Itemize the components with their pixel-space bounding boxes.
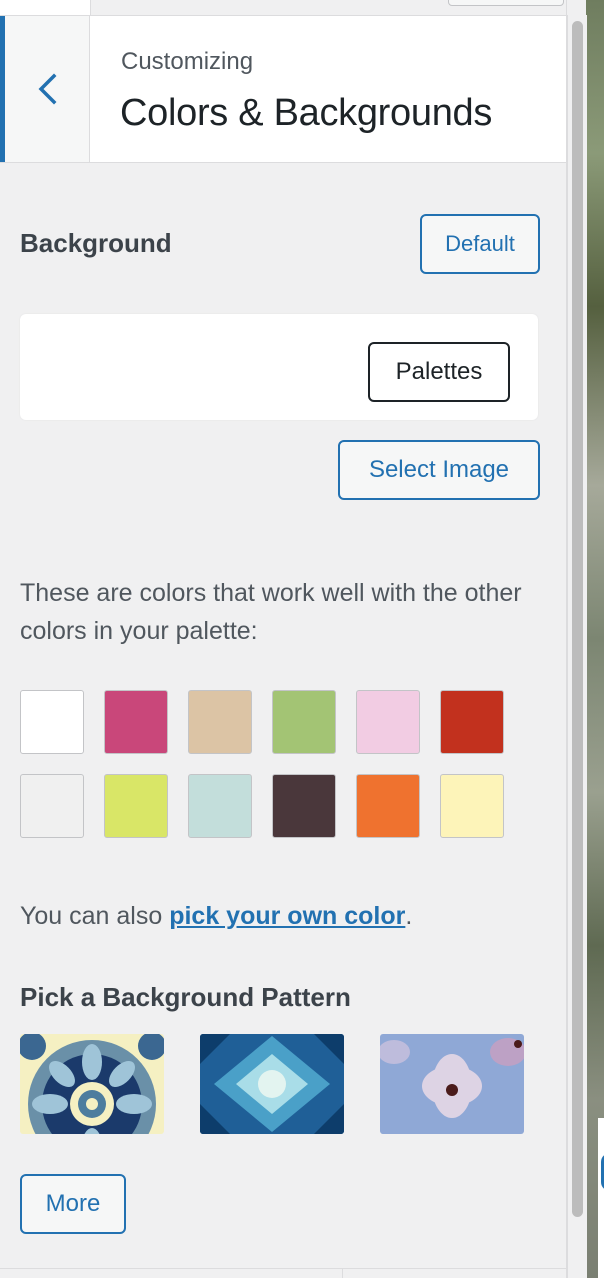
flower-pattern-thumbnail[interactable] <box>380 1034 524 1134</box>
color-swatch[interactable] <box>104 774 168 838</box>
preview-content-block <box>598 1118 604 1278</box>
scrollbar-thumb[interactable] <box>572 21 583 1217</box>
color-swatch[interactable] <box>356 690 420 754</box>
custom-color-prefix: You can also <box>20 902 170 930</box>
color-swatch[interactable] <box>188 774 252 838</box>
color-swatch[interactable] <box>272 774 336 838</box>
header-overline: Customizing <box>121 48 254 75</box>
mandala-pattern-thumbnail[interactable] <box>20 1034 164 1134</box>
custom-color-text: You can also pick your own color. <box>20 902 412 931</box>
customizer-panel: Customizing Colors & Backgrounds Backgro… <box>0 0 567 1278</box>
background-section-label: Background <box>20 228 172 258</box>
preview-edit-shortcut-icon[interactable] <box>598 1150 604 1194</box>
footer-separator <box>342 1269 343 1278</box>
color-swatch[interactable] <box>188 690 252 754</box>
palettes-button[interactable]: Palettes <box>368 342 510 402</box>
color-swatch[interactable] <box>20 690 84 754</box>
top-tab <box>0 0 91 15</box>
color-swatch[interactable] <box>440 690 504 754</box>
panel-header: Customizing Colors & Backgrounds <box>0 16 566 163</box>
select-image-button[interactable]: Select Image <box>338 440 540 500</box>
panel-footer <box>0 1268 566 1278</box>
top-mini-button[interactable] <box>448 0 564 6</box>
custom-color-suffix: . <box>405 902 413 930</box>
color-swatch[interactable] <box>104 690 168 754</box>
more-patterns-button[interactable]: More <box>20 1174 126 1234</box>
page-title: Colors & Backgrounds <box>120 92 493 134</box>
color-swatch[interactable] <box>356 774 420 838</box>
pick-own-color-link[interactable]: pick your own color <box>169 902 405 930</box>
color-swatch[interactable] <box>20 774 84 838</box>
color-swatch[interactable] <box>272 690 336 754</box>
panel-scrollbar[interactable] <box>567 15 587 1278</box>
kaleidoscope-pattern-thumbnail[interactable] <box>200 1034 344 1134</box>
pattern-section-title: Pick a Background Pattern <box>20 982 351 1012</box>
chevron-left-icon <box>38 73 57 105</box>
site-preview-edge <box>586 0 604 1278</box>
color-swatch[interactable] <box>440 774 504 838</box>
palette-description: These are colors that work well with the… <box>20 579 522 645</box>
default-button[interactable]: Default <box>420 214 540 274</box>
top-strip <box>0 0 566 16</box>
back-button[interactable] <box>0 16 90 162</box>
